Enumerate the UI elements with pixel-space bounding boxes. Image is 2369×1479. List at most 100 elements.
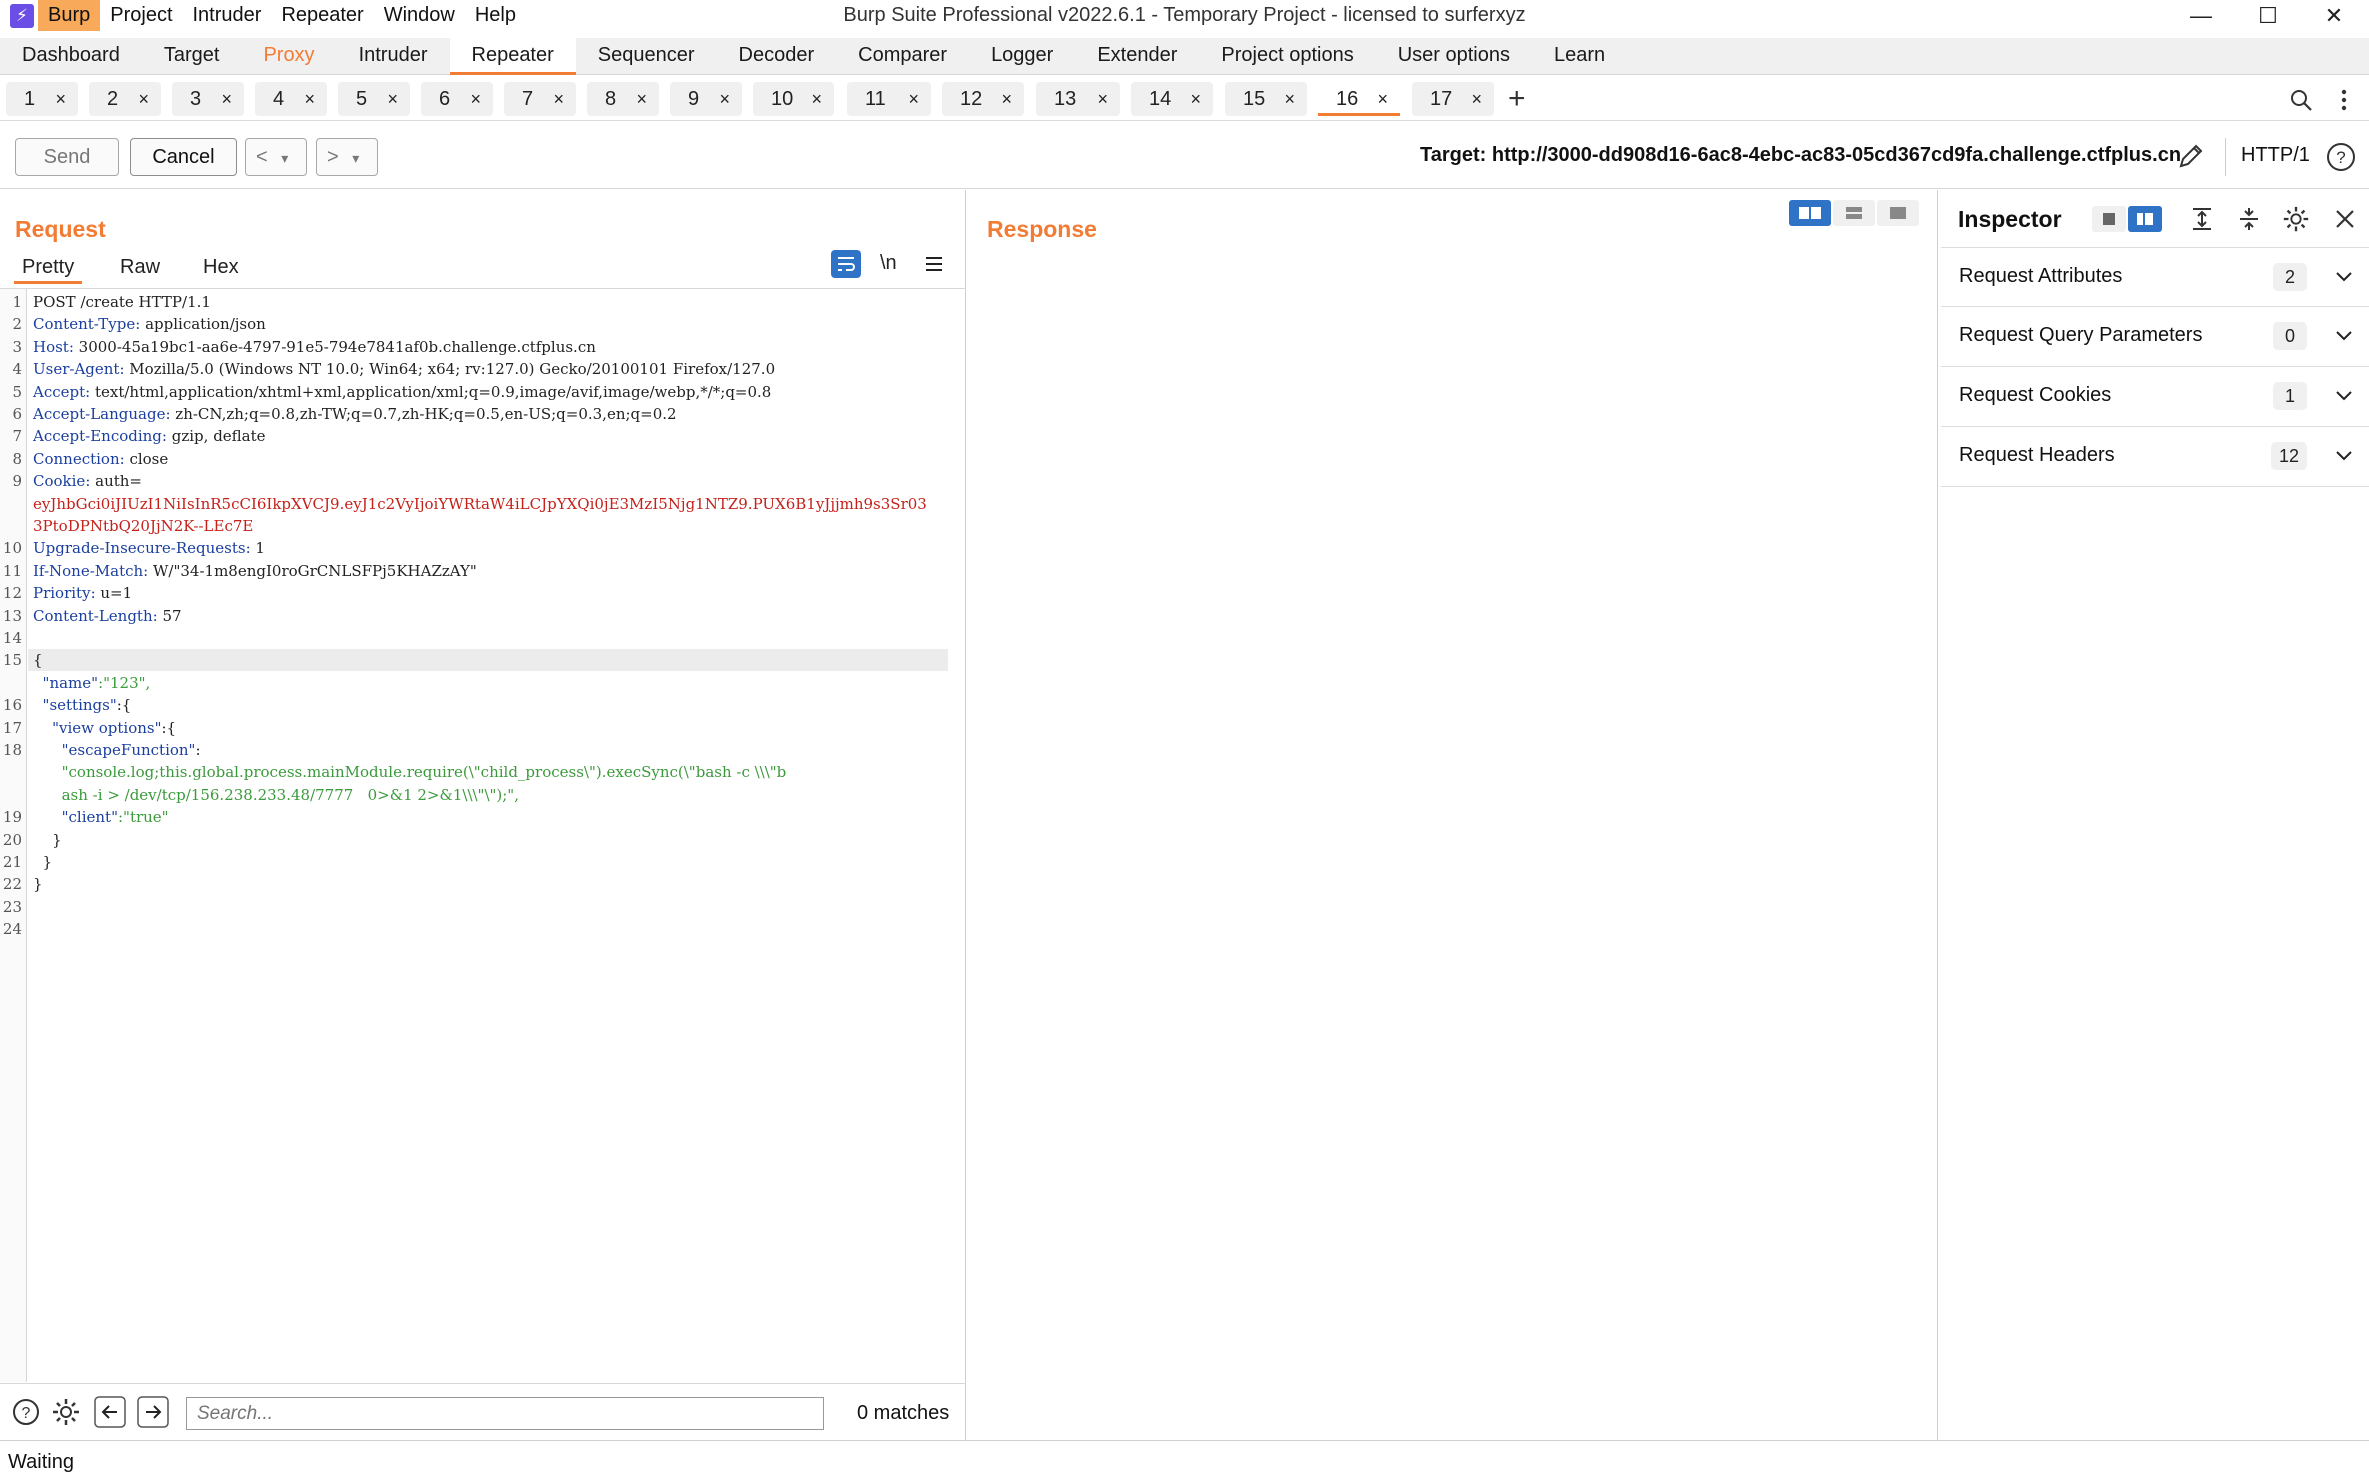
repeater-tab-10[interactable]: 10 × — [753, 82, 834, 116]
menu-project[interactable]: Project — [100, 0, 182, 31]
repeater-tab-13[interactable]: 13 × — [1036, 82, 1120, 116]
repeater-tab-15[interactable]: 15 × — [1225, 82, 1307, 116]
inspector-row-request-headers[interactable]: Request Headers 12 — [1941, 427, 2369, 487]
chevron-down-icon[interactable] — [2333, 441, 2355, 471]
tab-project-options[interactable]: Project options — [1199, 38, 1375, 75]
close-tab-icon[interactable]: × — [553, 82, 564, 116]
tab-pretty[interactable]: Pretty — [14, 252, 83, 284]
repeater-tab-3[interactable]: 3 × — [172, 82, 244, 116]
repeater-tab-9[interactable]: 9 × — [670, 82, 742, 116]
close-tab-icon[interactable]: × — [719, 82, 730, 116]
add-tab-button[interactable]: + — [1508, 81, 1526, 117]
tab-target[interactable]: Target — [142, 38, 242, 75]
repeater-tab-4[interactable]: 4 × — [255, 82, 327, 116]
chevron-down-icon[interactable] — [2333, 262, 2355, 292]
close-tab-icon[interactable]: × — [470, 82, 481, 116]
maximize-button[interactable]: ☐ — [2238, 0, 2298, 31]
minimize-button[interactable]: — — [2171, 0, 2231, 31]
tab-dashboard[interactable]: Dashboard — [0, 38, 142, 75]
menu-help[interactable]: Help — [465, 0, 526, 31]
more-options-kebab-icon[interactable] — [2334, 87, 2354, 113]
repeater-tab-2[interactable]: 2 × — [89, 82, 161, 116]
repeater-tab-6[interactable]: 6 × — [421, 82, 493, 116]
history-back-button[interactable]: < ▾ — [245, 138, 307, 176]
inspector-row-request-cookies[interactable]: Request Cookies 1 — [1941, 367, 2369, 427]
edit-target-pencil-icon[interactable] — [2175, 140, 2207, 172]
tab-hex[interactable]: Hex — [203, 252, 239, 284]
repeater-tab-1[interactable]: 1 × — [6, 82, 78, 116]
repeater-tab-16[interactable]: 16 × — [1318, 82, 1400, 116]
close-tab-icon[interactable]: × — [221, 82, 232, 116]
repeater-tab-label: 6 — [439, 88, 451, 110]
tab-decoder[interactable]: Decoder — [717, 38, 837, 75]
tab-comparer[interactable]: Comparer — [836, 38, 969, 75]
close-inspector-icon[interactable] — [2333, 207, 2357, 231]
close-tab-icon[interactable]: × — [908, 82, 919, 116]
request-editor[interactable]: 1 2 3 4 5 6 7 8 9 10 11 12 13 14 15 16 17 18 19 20 21 22 23 24 … — [0, 288, 966, 1382]
http-version-toggle[interactable]: HTTP/1 — [2241, 144, 2310, 167]
expand-all-icon[interactable] — [2189, 206, 2215, 232]
repeater-tab-11[interactable]: 11 × — [847, 82, 931, 116]
search-previous-arrow-icon[interactable] — [94, 1396, 126, 1428]
close-tab-icon[interactable]: × — [387, 82, 398, 116]
history-back-dropdown-icon[interactable]: ▾ — [281, 150, 288, 166]
repeater-tab-12[interactable]: 12 × — [942, 82, 1024, 116]
tab-repeater[interactable]: Repeater — [449, 38, 576, 75]
inspector-layout-toggle-icon[interactable] — [2092, 206, 2162, 232]
close-tab-icon[interactable]: × — [1001, 82, 1012, 116]
close-tab-icon[interactable]: × — [1377, 82, 1388, 116]
tab-logger[interactable]: Logger — [969, 38, 1075, 75]
tab-user-options[interactable]: User options — [1376, 38, 1532, 75]
menu-window[interactable]: Window — [374, 0, 465, 31]
history-forward-button[interactable]: > ▾ — [316, 138, 378, 176]
inspector-row-query-parameters[interactable]: Request Query Parameters 0 — [1941, 307, 2369, 367]
line-number: 12 — [2, 584, 22, 603]
menu-burp[interactable]: Burp — [38, 0, 101, 31]
layout-side-by-side-icon[interactable] — [1789, 200, 1831, 226]
history-forward-dropdown-icon[interactable]: ▾ — [352, 150, 359, 166]
collapse-all-icon[interactable] — [2236, 206, 2262, 232]
repeater-tab-5[interactable]: 5 × — [338, 82, 410, 116]
close-window-button[interactable]: ✕ — [2304, 0, 2364, 31]
chevron-down-icon[interactable] — [2333, 321, 2355, 351]
line-number: 2 — [12, 315, 22, 334]
layout-tabs-icon[interactable] — [1877, 200, 1919, 226]
close-tab-icon[interactable]: × — [811, 82, 822, 116]
repeater-tab-7[interactable]: 7 × — [504, 82, 576, 116]
inspector-row-request-attributes[interactable]: Request Attributes 2 — [1941, 247, 2369, 307]
search-settings-gear-icon[interactable] — [50, 1396, 82, 1428]
close-tab-icon[interactable]: × — [1190, 82, 1201, 116]
close-tab-icon[interactable]: × — [138, 82, 149, 116]
close-tab-icon[interactable]: × — [1284, 82, 1295, 116]
word-wrap-toggle-icon[interactable] — [831, 250, 861, 278]
inspector-settings-gear-icon[interactable] — [2281, 204, 2311, 234]
tab-proxy[interactable]: Proxy — [241, 38, 336, 75]
close-tab-icon[interactable]: × — [55, 82, 66, 116]
editor-menu-icon[interactable] — [922, 252, 946, 276]
tab-extender[interactable]: Extender — [1075, 38, 1199, 75]
close-tab-icon[interactable]: × — [636, 82, 647, 116]
tab-raw[interactable]: Raw — [120, 252, 160, 284]
close-tab-icon[interactable]: × — [1097, 82, 1108, 116]
show-newlines-toggle[interactable]: \n — [880, 252, 897, 275]
repeater-tab-8[interactable]: 8 × — [587, 82, 659, 116]
repeater-tab-14[interactable]: 14 × — [1131, 82, 1213, 116]
tab-sequencer[interactable]: Sequencer — [576, 38, 717, 75]
search-next-arrow-icon[interactable] — [137, 1396, 169, 1428]
menu-intruder[interactable]: Intruder — [183, 0, 272, 31]
cancel-button[interactable]: Cancel — [130, 138, 237, 176]
tab-intruder[interactable]: Intruder — [337, 38, 450, 75]
repeater-tab-17[interactable]: 17 × — [1412, 82, 1494, 116]
menu-repeater[interactable]: Repeater — [271, 0, 373, 31]
chevron-down-icon[interactable] — [2333, 381, 2355, 411]
help-icon[interactable]: ? — [2325, 141, 2357, 173]
close-tab-icon[interactable]: × — [304, 82, 315, 116]
search-input[interactable] — [186, 1397, 824, 1430]
search-tabs-icon[interactable] — [2288, 87, 2314, 113]
search-help-icon[interactable]: ? — [11, 1397, 41, 1427]
close-tab-icon[interactable]: × — [1471, 82, 1482, 116]
layout-top-bottom-icon[interactable] — [1833, 200, 1875, 226]
tab-learn[interactable]: Learn — [1532, 38, 1627, 75]
send-button[interactable]: Send — [15, 138, 119, 176]
